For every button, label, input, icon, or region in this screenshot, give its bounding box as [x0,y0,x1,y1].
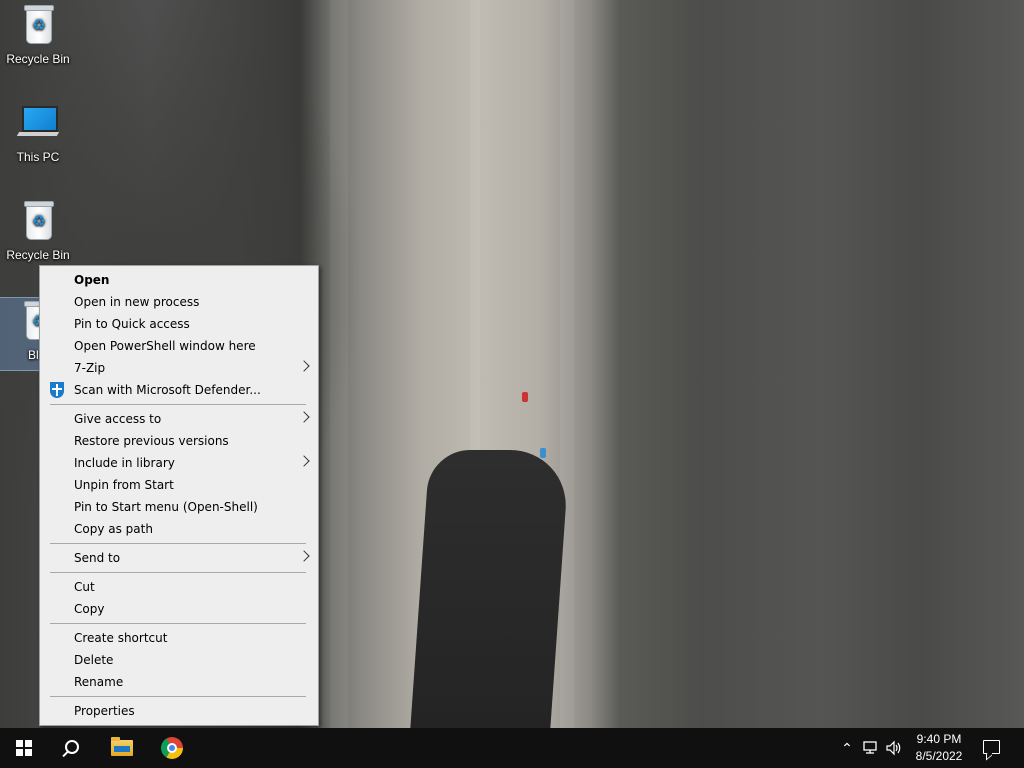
menu-item-copy-as-path[interactable]: Copy as path [40,518,318,540]
menu-item-7-zip[interactable]: 7-Zip [40,357,318,379]
menu-item-label: Pin to Start menu (Open-Shell) [74,500,258,514]
menu-item-copy[interactable]: Copy [40,598,318,620]
menu-item-label: Open [74,273,110,287]
menu-item-label: Include in library [74,456,175,470]
menu-item-label: Properties [74,704,135,718]
clock-time: 9:40 PM [916,732,962,746]
menu-item-label: Send to [74,551,121,565]
menu-item-open-in-new-process[interactable]: Open in new process [40,291,318,313]
menu-item-label: Create shortcut [74,631,168,645]
menu-item-label: Rename [74,675,124,689]
submenu-arrow-icon [298,550,310,562]
clock[interactable]: 9:40 PM 8/5/2022 [905,731,973,765]
menu-item-pin-to-quick-access[interactable]: Pin to Quick access [40,313,318,335]
menu-item-label: Scan with Microsoft Defender... [74,383,261,397]
menu-item-include-in-library[interactable]: Include in library [40,452,318,474]
network-icon[interactable] [862,739,880,757]
action-center-icon[interactable] [983,740,1000,754]
windows-logo-icon [16,740,32,756]
taskbar: ⌃ 9:40 PM 8/5/2022 [0,728,1024,768]
folder-icon [111,737,133,756]
menu-item-label: Give access to [74,412,162,426]
chrome-button[interactable] [148,728,196,768]
defender-shield-icon [49,382,65,398]
menu-separator [50,572,306,573]
menu-item-pin-to-start-menu-open-shell[interactable]: Pin to Start menu (Open-Shell) [40,496,318,518]
menu-item-properties[interactable]: Properties [40,700,318,722]
menu-separator [50,543,306,544]
menu-item-unpin-from-start[interactable]: Unpin from Start [40,474,318,496]
submenu-arrow-icon [298,411,310,423]
menu-item-label: Delete [74,653,114,667]
menu-item-label: Restore previous versions [74,434,229,448]
menu-item-create-shortcut[interactable]: Create shortcut [40,627,318,649]
wallpaper-detail [560,0,574,728]
menu-item-open-powershell-window-here[interactable]: Open PowerShell window here [40,335,318,357]
menu-separator [50,404,306,405]
menu-item-delete[interactable]: Delete [40,649,318,671]
menu-item-rename[interactable]: Rename [40,671,318,693]
start-button[interactable] [0,728,48,768]
wallpaper-detail [540,448,546,458]
submenu-arrow-icon [298,455,310,467]
search-button[interactable] [48,728,96,768]
wallpaper-detail [522,392,528,402]
menu-item-label: Pin to Quick access [74,317,190,331]
desktop-icon[interactable]: This PC [0,100,76,174]
menu-item-cut[interactable]: Cut [40,576,318,598]
menu-item-scan-with-microsoft-defender[interactable]: Scan with Microsoft Defender... [40,379,318,401]
menu-item-give-access-to[interactable]: Give access to [40,408,318,430]
menu-item-label: Open in new process [74,295,200,309]
desktop-icon[interactable]: ♻ Recycle Bin [0,2,76,76]
context-menu: Open Open in new process Pin to Quick acce… [39,265,319,726]
wallpaper-detail [330,0,348,728]
menu-item-label: Cut [74,580,95,594]
desktop-icon-label: Recycle Bin [6,52,70,66]
submenu-arrow-icon [298,360,310,372]
desktop-icon-label: Recycle Bin [6,248,70,262]
recycle-bin-icon: ♻ [14,2,62,50]
menu-item-send-to[interactable]: Send to [40,547,318,569]
menu-item-label: Copy [74,602,105,616]
wallpaper-detail [410,450,570,728]
desktop-icon-label: This PC [16,150,60,164]
menu-item-label: Copy as path [74,522,153,536]
menu-item-label: 7-Zip [74,361,106,375]
menu-separator [50,623,306,624]
search-icon [65,740,79,754]
file-explorer-button[interactable] [98,728,146,768]
menu-item-open[interactable]: Open [40,269,318,291]
clock-date: 8/5/2022 [915,749,963,763]
show-hidden-icons-chevron-icon[interactable]: ⌃ [838,739,856,757]
chrome-icon [161,737,183,759]
menu-item-restore-previous-versions[interactable]: Restore previous versions [40,430,318,452]
menu-item-label: Open PowerShell window here [74,339,256,353]
recycle-bin-icon: ♻ [14,198,62,246]
computer-icon [14,100,62,148]
volume-icon[interactable] [885,739,903,757]
menu-item-label: Unpin from Start [74,478,174,492]
menu-separator [50,696,306,697]
desktop-icon[interactable]: ♻ Recycle Bin [0,198,76,272]
